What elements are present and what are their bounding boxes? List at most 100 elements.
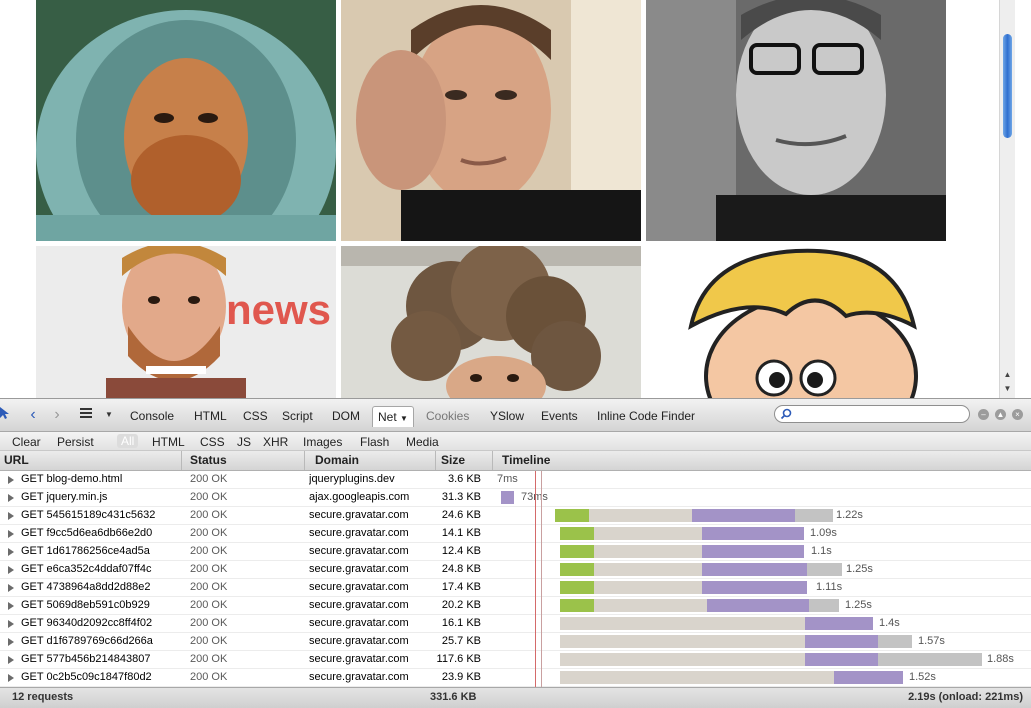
avatar-photo-curly-hair-man[interactable] [341,246,641,398]
expand-triangle-icon[interactable] [8,674,14,682]
column-header-timeline[interactable]: Timeline [498,451,1031,470]
search-input[interactable] [795,407,969,423]
back-arrow-icon[interactable]: ‹ [26,406,40,424]
timeline-bar-receiving [805,635,878,648]
persist-button[interactable]: Persist [57,435,94,449]
request-row[interactable]: GET f9cc5d6ea6db66e2d0 200 OK secure.grava… [0,525,1031,543]
firebug-tab-bar: ‹ › ▼ Console HTML CSS Script DOM Net ▼ … [0,399,1031,432]
timeline-bar-receiving [702,527,804,540]
expand-triangle-icon[interactable] [8,476,14,484]
detach-icon[interactable]: ▲ [995,409,1006,420]
timeline-bar-waiting [589,509,692,522]
request-row[interactable]: GET 577b456b214843807 200 OK secure.gravat… [0,651,1031,669]
avatar-photo-cartoon-blond[interactable] [646,246,946,398]
avatar-photo-hooded-man[interactable] [36,0,336,241]
filter-all[interactable]: All [117,434,139,448]
search-box[interactable] [774,405,970,423]
timeline-bar-waiting [594,545,702,558]
request-row[interactable]: GET blog-demo.html 200 OK jqueryplugins.de… [0,471,1031,489]
request-row[interactable]: GET 5069d8eb591c0b929 200 OK secure.gravat… [0,597,1031,615]
filter-flash[interactable]: Flash [360,435,389,449]
timeline-duration-label: 1.11s [816,581,843,593]
net-filter-bar: Clear Persist All HTML CSS JS XHR Images… [0,432,1031,451]
expand-triangle-icon[interactable] [8,656,14,664]
timeline-duration-label: 1.57s [918,635,945,647]
request-row[interactable]: GET 96340d2092cc8ff4f02 200 OK secure.grav… [0,615,1031,633]
avatar-photo-man-glasses[interactable] [646,0,946,241]
scroll-up-arrow-icon[interactable]: ▲ [1000,368,1015,382]
avatar-photo-bearded-man-news[interactable]: news [36,246,336,398]
request-row[interactable]: GET d1f6789769c66d266a 200 OK secure.grava… [0,633,1031,651]
filter-js[interactable]: JS [237,435,251,449]
scrollbar-thumb[interactable] [1003,34,1012,138]
timeline-bar-waiting [560,653,805,666]
tab-inline-code-finder[interactable]: Inline Code Finder [597,407,695,425]
request-row[interactable]: GET 4738964a8dd2d88e2 200 OK secure.gravat… [0,579,1031,597]
filter-html[interactable]: HTML [152,435,185,449]
tab-dom[interactable]: DOM [332,407,360,425]
request-size: 14.1 KB [441,527,481,539]
expand-triangle-icon[interactable] [8,512,14,520]
tab-net-dropdown-icon[interactable]: ▼ [400,414,408,423]
column-header-url[interactable]: URL [0,451,182,470]
timeline-duration-label: 1.88s [987,653,1014,665]
tab-cookies[interactable]: Cookies [426,407,469,425]
inspect-icon[interactable] [0,406,12,424]
minimize-icon[interactable]: – [978,409,989,420]
tab-html[interactable]: HTML [194,407,227,425]
timeline-bar-receiving [805,617,873,630]
tab-yslow[interactable]: YSlow [490,407,524,425]
request-domain: secure.gravatar.com [309,653,409,665]
expand-triangle-icon[interactable] [8,530,14,538]
request-status: 200 OK [190,563,228,575]
request-url: GET jquery.min.js [21,491,108,503]
scroll-down-arrow-icon[interactable]: ▼ [1000,382,1015,396]
request-status: 200 OK [190,545,228,557]
forward-arrow-icon[interactable]: › [50,406,64,424]
filter-images[interactable]: Images [303,435,342,449]
expand-triangle-icon[interactable] [8,638,14,646]
column-header-domain[interactable]: Domain [311,451,436,470]
request-row[interactable]: GET 1d61786256ce4ad5a 200 OK secure.gravat… [0,543,1031,561]
tab-net[interactable]: Net ▼ [372,406,414,427]
timeline-bar-waiting [594,563,702,576]
filter-xhr[interactable]: XHR [263,435,288,449]
tab-console[interactable]: Console [130,407,174,425]
request-row[interactable]: GET 545615189c431c5632 200 OK secure.grava… [0,507,1031,525]
expand-triangle-icon[interactable] [8,566,14,574]
timeline-duration-label: 1.09s [810,527,837,539]
page-scrollbar[interactable]: ▲ ▼ [999,0,1015,398]
request-url: GET 4738964a8dd2d88e2 [21,581,151,593]
timeline-bar-receiving [702,545,804,558]
clear-button[interactable]: Clear [12,435,41,449]
menu-dropdown-arrow-icon[interactable]: ▼ [104,406,114,424]
tab-css[interactable]: CSS [243,407,268,425]
menu-icon[interactable] [78,406,94,424]
request-domain: ajax.googleapis.com [309,491,410,503]
dom-content-loaded-line [535,471,536,687]
request-row[interactable]: GET jquery.min.js 200 OK ajax.googleapis.c… [0,489,1031,507]
request-row[interactable]: GET e6ca352c4ddaf07ff4c 200 OK secure.grav… [0,561,1031,579]
expand-triangle-icon[interactable] [8,620,14,628]
expand-triangle-icon[interactable] [8,584,14,592]
request-domain: secure.gravatar.com [309,527,409,539]
tab-script[interactable]: Script [282,407,313,425]
expand-triangle-icon[interactable] [8,548,14,556]
avatar-photo-man-hand-on-head[interactable] [341,0,641,241]
request-size: 3.6 KB [447,473,481,485]
expand-triangle-icon[interactable] [8,494,14,502]
timeline-bar-blocking [555,509,589,522]
request-row[interactable]: GET 0c2b5c09c1847f80d2 200 OK secure.grava… [0,669,1031,687]
total-time: 2.19s (onload: 221ms) [908,691,1023,703]
timeline-bar-receiving [707,599,809,612]
timeline-bar-waiting [594,599,707,612]
expand-triangle-icon[interactable] [8,602,14,610]
request-status: 200 OK [190,617,228,629]
request-url: GET blog-demo.html [21,473,123,485]
close-icon[interactable]: × [1012,409,1023,420]
filter-css[interactable]: CSS [200,435,225,449]
tab-events[interactable]: Events [541,407,578,425]
column-header-size[interactable]: Size [437,451,493,470]
filter-media[interactable]: Media [406,435,439,449]
column-header-status[interactable]: Status [186,451,305,470]
